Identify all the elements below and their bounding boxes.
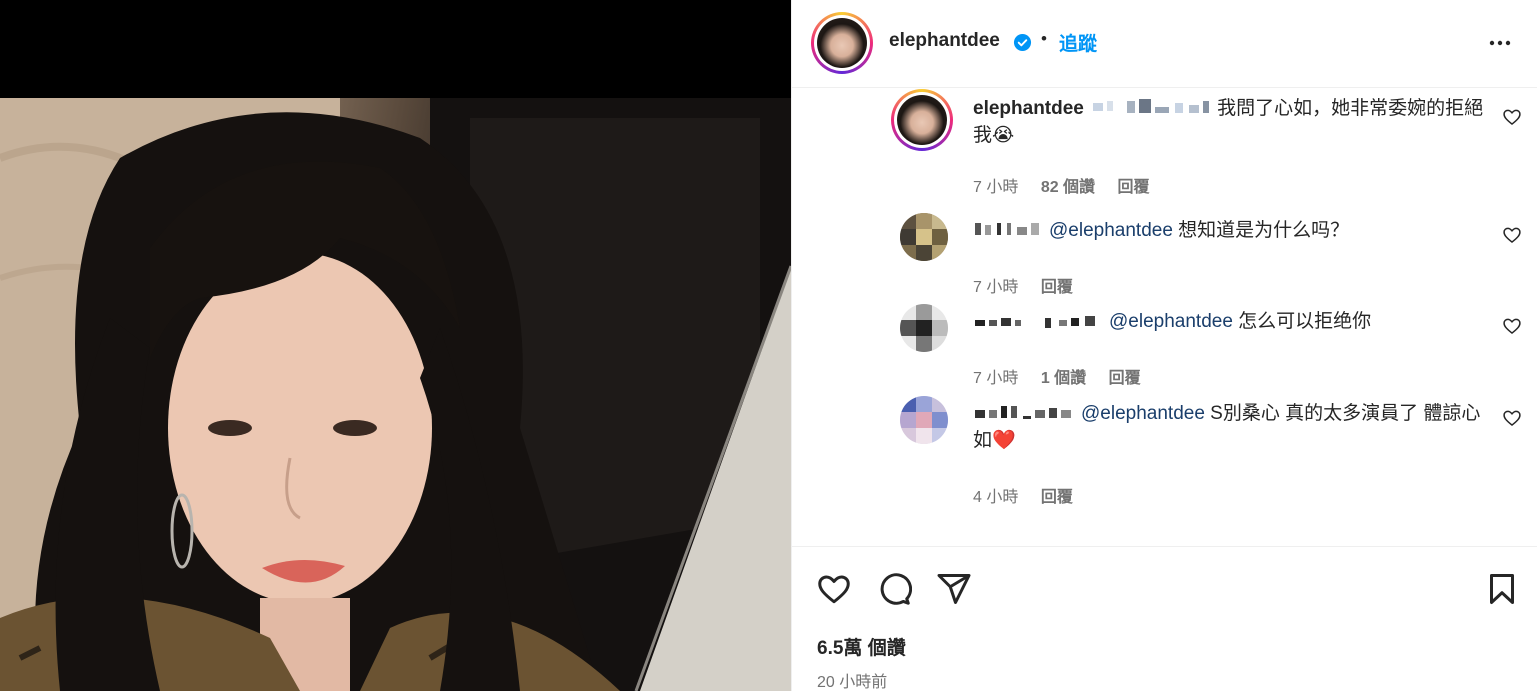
comment-time[interactable]: 7 小時 xyxy=(973,370,1018,387)
separator-dot: • xyxy=(1041,29,1047,48)
comment-meta: 7 小時 回覆 xyxy=(973,273,1091,297)
pixelated-avatar xyxy=(900,304,948,352)
redacted-username xyxy=(975,223,1039,235)
verified-badge-icon xyxy=(1013,33,1032,52)
comment-heart-icon[interactable] xyxy=(1502,107,1522,127)
redacted-username xyxy=(975,406,1071,419)
redacted-text xyxy=(1093,99,1210,113)
mention-link[interactable]: @elephantdee xyxy=(1049,220,1173,241)
share-icon[interactable] xyxy=(936,571,972,607)
post-sidebar: elephantdee • 追蹤 elephantdee 我問了心如，她非常委婉… xyxy=(791,0,1537,691)
more-options-icon[interactable] xyxy=(1488,38,1512,48)
comment-heart-icon[interactable] xyxy=(1502,408,1522,428)
pixelated-avatar xyxy=(900,213,948,261)
mention-link[interactable]: @elephantdee xyxy=(1081,403,1205,424)
pixelated-avatar xyxy=(900,396,948,444)
heart-icon[interactable] xyxy=(816,571,852,607)
reply-button[interactable]: 回覆 xyxy=(1041,489,1073,506)
post-media[interactable] xyxy=(0,0,791,691)
comments-list[interactable]: elephantdee 我問了心如，她非常委婉的拒絕我😭 7 小時 82 個讚 … xyxy=(792,89,1537,545)
post-time[interactable]: 20 小時前 xyxy=(817,668,887,691)
comment-text: @elephantdee 怎么可以拒绝你 xyxy=(973,308,1493,335)
comment-body: 想知道是为什么吗？ xyxy=(1172,220,1350,241)
comment-heart-icon[interactable] xyxy=(1502,225,1522,245)
comment-time[interactable]: 4 小時 xyxy=(973,489,1018,506)
reply-button[interactable]: 回覆 xyxy=(1041,279,1073,296)
comment-body: 怎么可以拒绝你 xyxy=(1232,311,1372,332)
comment-meta: 4 小時 回覆 xyxy=(973,483,1091,507)
comment-likes[interactable]: 82 個讚 xyxy=(1041,179,1095,196)
follow-button[interactable]: 追蹤 xyxy=(1059,29,1097,56)
mention-link[interactable]: @elephantdee xyxy=(1109,311,1233,332)
comment-icon[interactable] xyxy=(876,571,912,607)
comment-text: elephantdee 我問了心如，她非常委婉的拒絕我😭 xyxy=(973,95,1493,149)
author-avatar[interactable] xyxy=(811,12,873,74)
commenter-avatar[interactable] xyxy=(900,396,948,444)
commenter-avatar[interactable] xyxy=(891,89,953,151)
commenter-avatar[interactable] xyxy=(900,304,948,352)
like-count[interactable]: 6.5萬 個讚 xyxy=(817,633,906,660)
commenter-avatar[interactable] xyxy=(900,213,948,261)
commenter-username[interactable]: elephantdee xyxy=(973,98,1084,119)
comment-text: @elephantdee 想知道是为什么吗？ xyxy=(973,217,1493,244)
reply-button[interactable]: 回覆 xyxy=(1118,179,1150,196)
post-header: elephantdee • 追蹤 xyxy=(792,0,1537,88)
bookmark-icon[interactable] xyxy=(1484,571,1520,607)
comment-time[interactable]: 7 小時 xyxy=(973,279,1018,296)
comment-time[interactable]: 7 小時 xyxy=(973,179,1018,196)
selfie-illustration xyxy=(0,98,791,691)
reply-button[interactable]: 回覆 xyxy=(1109,370,1141,387)
comment-likes[interactable]: 1 個讚 xyxy=(1041,370,1086,387)
post-actions: 6.5萬 個讚 20 小時前 xyxy=(792,546,1537,691)
comment-text: @elephantdee S別桑心 真的太多演員了 體諒心如❤️ xyxy=(973,400,1493,454)
comment-meta: 7 小時 1 個讚 回覆 xyxy=(973,364,1159,388)
redacted-username xyxy=(975,316,1095,328)
comment-meta: 7 小時 82 個讚 回覆 xyxy=(973,173,1168,197)
post-photo[interactable] xyxy=(0,98,791,691)
author-username[interactable]: elephantdee xyxy=(889,30,1000,52)
comment-heart-icon[interactable] xyxy=(1502,316,1522,336)
